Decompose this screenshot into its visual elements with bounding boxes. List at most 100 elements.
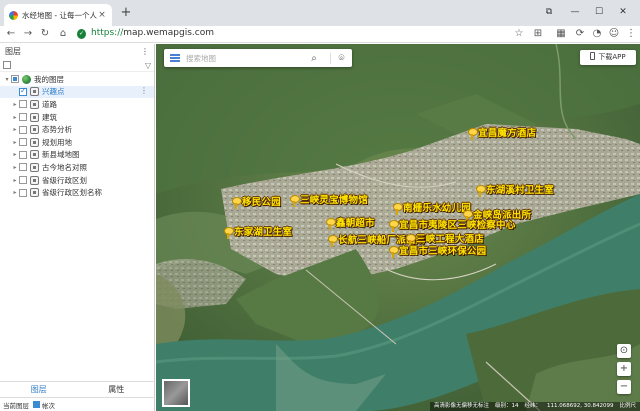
minimize-button[interactable]: — [568,5,582,19]
download-app-button[interactable]: 下载APP [580,50,636,65]
expand-right-icon[interactable]: ▸ [11,114,19,121]
layer-label: 古今地名对照 [42,162,87,172]
layer-label: 规划用地 [42,137,72,147]
layer-checkbox[interactable] [11,75,19,84]
layer-checkbox[interactable] [19,100,27,109]
panel-header: 图层 ⋮ [0,44,154,59]
panel-toolbar: ▽ [0,59,154,72]
expand-right-icon[interactable]: ▸ [11,189,19,196]
expand-right-icon[interactable]: ▸ [11,164,19,171]
layer-checkbox[interactable] [19,163,27,172]
apps-grid-icon[interactable]: ▦ [554,27,568,41]
basemap-switch-thumbnail[interactable] [162,379,190,407]
expand-right-icon[interactable]: ▸ [11,101,19,108]
edge-icon[interactable]: ◔ [590,27,604,41]
layer-row[interactable]: ▸ 规划用地 [0,136,154,149]
layer-label: 建筑 [42,112,57,122]
back-icon[interactable]: ← [4,27,18,41]
sync-icon[interactable]: ⟳ [573,27,587,41]
menu-icon[interactable] [170,54,180,62]
new-tab-button[interactable]: + [119,6,133,20]
zoom-in-button[interactable]: + [617,362,631,376]
locate-button[interactable]: ⊙ [617,344,631,358]
panel-tabs: 图层 属性 [0,381,155,397]
layer-row[interactable]: 兴趣点 ⋮ [0,85,154,99]
pushpin-icon[interactable] [289,195,300,207]
bookmark-star-icon[interactable]: ☆ [512,27,526,41]
layer-row[interactable]: ▸ 建筑 [0,111,154,124]
extension-icon[interactable]: ⊞ [531,27,545,41]
maximize-button[interactable]: ☐ [592,5,606,19]
poi-label[interactable]: 宜昌市三峡环保公园 [399,243,486,257]
poi-label[interactable]: 南栅乐水幼儿园 [403,200,471,214]
layer-tree: ▾ 我的图层兴趣点 ⋮ ▸ 道路 ▸ 建筑 ▸ 态势分析 ▸ 规划用地 ▸ 新县域地图 ▸ 古今地名对照 ▸ 省… [0,72,154,199]
layer-label: 新县域地图 [42,150,80,160]
layer-row[interactable]: ▸ 新县域地图 [0,149,154,162]
map-status-item: 比例尺 [619,403,636,409]
expand-right-icon[interactable]: ▸ [11,151,19,158]
pushpin-icon[interactable] [388,220,399,232]
close-window-button[interactable]: ✕ [616,5,630,19]
layer-row[interactable]: ▸ 省级行政区划名称 [0,186,154,199]
tab-layers[interactable]: 图层 [0,382,78,397]
expand-down-icon[interactable]: ▾ [3,76,11,83]
reload-icon[interactable]: ↻ [38,27,52,41]
layer-icon [30,175,39,185]
poi-label[interactable]: 宜昌魔方酒店 [478,125,536,139]
poi-label[interactable]: 宜昌市夷陵区三峡检察中心 [399,217,515,231]
phone-icon [590,52,596,60]
browser-menu-icon[interactable]: ⋮ [624,27,638,41]
layer-label: 兴趣点 [42,87,65,97]
layer-row[interactable]: ▸ 古今地名对照 [0,161,154,174]
layer-checkbox[interactable] [19,150,27,159]
poi-label[interactable]: 鑫朝超市 [336,215,375,229]
expand-right-icon[interactable]: ▸ [11,139,19,146]
close-tab-icon[interactable]: × [97,10,107,20]
current-layer-label: 当前图层 [3,401,29,410]
secure-lock-icon[interactable]: ✓ [77,29,86,39]
pushpin-icon[interactable] [231,197,242,209]
pushpin-icon[interactable] [475,185,486,197]
pushpin-icon[interactable] [388,246,399,258]
select-all-checkbox[interactable] [3,61,11,69]
location-pin-icon[interactable]: ⌾ [330,52,346,64]
pushpin-icon[interactable] [223,227,234,239]
home-icon[interactable]: ⌂ [56,27,70,41]
pushpin-icon[interactable] [467,128,478,140]
filter-icon[interactable]: ▽ [145,61,151,70]
browser-tab[interactable]: 水经地图 - 让每一个人都有自己 × [4,4,112,26]
search-input[interactable]: 搜索地图 [186,53,304,64]
panel-menu-icon[interactable]: ⋮ [141,47,149,56]
expand-right-icon[interactable]: ▸ [11,126,19,133]
layer-checkbox[interactable] [19,176,27,185]
layer-checkbox[interactable] [19,125,27,134]
layer-checkbox[interactable] [19,113,27,122]
tab-search-icon[interactable]: ⧉ [542,5,556,19]
layer-row[interactable]: ▸ 态势分析 [0,123,154,136]
pushpin-icon[interactable] [327,235,338,247]
poi-label[interactable]: 东湖溪村卫生室 [486,182,554,196]
poi-label[interactable]: 东家湖卫生室 [234,224,292,238]
tab-properties[interactable]: 属性 [78,382,156,397]
layer-checkbox[interactable] [19,86,27,96]
layer-checkbox[interactable] [19,138,27,147]
search-icon[interactable]: ⌕ [304,53,324,64]
url-host: map.wemapgis.com [123,28,214,38]
poi-label[interactable]: 三峡灵宝博物馆 [300,192,368,206]
layer-icon [30,99,39,109]
satellite-map[interactable]: 搜索地图 ⌕ ⌾ 下载APP 宜昌魔方酒店东湖溪村卫生室移民公园 三峡灵宝博物馆南… [156,44,640,411]
layer-checkbox[interactable] [19,188,27,197]
expand-right-icon[interactable]: ▸ [11,177,19,184]
layer-more-icon[interactable]: ⋮ [140,86,148,95]
address-bar[interactable]: https://map.wemapgis.com [91,28,214,38]
current-layer-status: 当前图层 帐次 [0,397,155,411]
pushpin-icon[interactable] [392,203,403,215]
layer-row[interactable]: ▸ 道路 [0,98,154,111]
profile-icon[interactable]: ☺ [607,27,621,41]
pushpin-icon[interactable] [325,218,336,230]
poi-label[interactable]: 移民公园 [242,194,281,208]
forward-icon[interactable]: → [21,27,35,41]
layer-row[interactable]: ▾ 我的图层 [0,73,154,86]
layer-row[interactable]: ▸ 省级行政区划 [0,174,154,187]
zoom-out-button[interactable]: − [617,380,631,394]
